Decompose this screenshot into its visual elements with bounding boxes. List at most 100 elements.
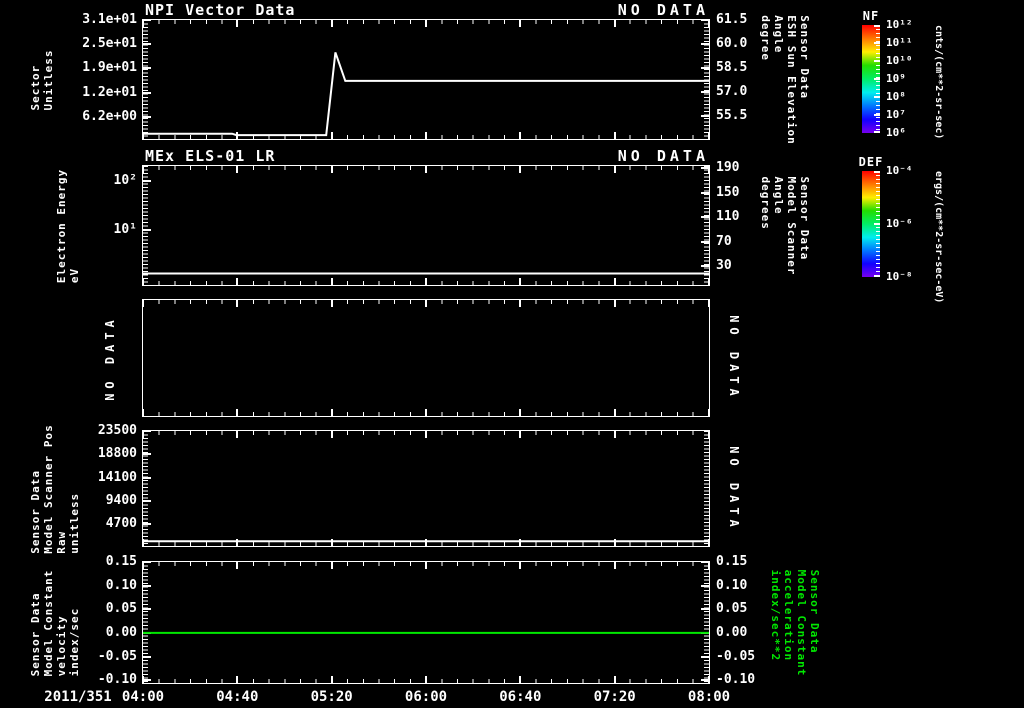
x-major-tick	[708, 300, 710, 307]
y-tick-label-right: 30	[716, 258, 732, 274]
y-tick-label-right: 70	[716, 233, 732, 249]
left-axis-title: Sensor Data Model Scanner Pos Raw unitle…	[29, 423, 81, 554]
colorbar-major-tick	[874, 96, 880, 98]
y-tick-label-left: 0.05	[105, 601, 137, 617]
y-tick-label-left: 0.10	[105, 577, 137, 593]
y-tick-label-right: 110	[716, 209, 740, 225]
no-data-status-label: NO DATA	[617, 1, 709, 19]
time-tick-label: 06:00	[404, 689, 448, 705]
x-major-tick	[330, 300, 333, 307]
left-axis-title: NO DATA	[103, 315, 117, 401]
y-tick-label-left: 23500	[97, 423, 137, 438]
colorbar-tick-label: 10⁷	[886, 107, 906, 121]
y-tick-label-left: -0.05	[97, 648, 137, 664]
colorbar-major-tick	[874, 78, 880, 80]
data-plot-area	[143, 631, 709, 634]
panel-npi-vector-data: 3.1e+01 2.5e+01 1.9e+01 1.2e+01 6.2e+00 61.5 6…	[29, 1, 811, 144]
y-tick-label-left: 9400	[105, 493, 137, 508]
time-tick-label: 05:20	[310, 689, 353, 705]
colorbar-title: NF	[862, 9, 880, 23]
left-axis-title: Electron Energy eV	[55, 168, 81, 283]
panel-title: MEx ELS-01 LR	[145, 147, 276, 165]
y-tick-label-left: 10²	[113, 172, 137, 188]
time-tick-label: 08:00	[687, 689, 731, 705]
colorbar-tick-label: 10⁻⁶	[886, 217, 913, 230]
science-telemetry-figure: 3.1e+01 2.5e+01 1.9e+01 1.2e+01 6.2e+00 61.5 6…	[0, 0, 1024, 708]
colorbar-major-tick	[874, 171, 880, 173]
x-major-tick	[519, 409, 522, 416]
y-tick-label-right: 0.15	[716, 554, 748, 569]
colorbar-nf: NF 10¹² 10¹¹ 10¹⁰ 10⁹ 10⁸ 10⁷ 10⁶ cnts/(cm**2-sr…	[862, 9, 944, 139]
right-axis-title: Sensor Data ESH Sun Elevation Angle degr…	[759, 14, 811, 145]
y-tick-label-left: 0.00	[105, 624, 137, 640]
y-tick-label-left: 10¹	[113, 221, 137, 237]
x-major-tick	[425, 300, 427, 307]
y-tick-label-right: 150	[716, 184, 740, 200]
x-major-tick	[236, 409, 239, 416]
colorbar-major-tick	[874, 25, 880, 27]
colorbar-tick-label: 10⁻⁸	[886, 270, 913, 283]
date-label: 2011/351	[44, 689, 112, 705]
panel-no-data: NO DATA NO DATA	[103, 299, 741, 417]
x-major-tick	[142, 409, 144, 416]
y-tick-label-left: 4700	[105, 516, 137, 532]
y-tick-label-right: 0.10	[716, 577, 748, 593]
x-major-tick	[330, 409, 333, 416]
y-tick-label-left: 6.2e+00	[82, 108, 137, 124]
y-tick-label-left: 0.15	[105, 554, 137, 569]
y-tick-label-right: -0.10	[716, 672, 756, 688]
colorbar-unit-label: ergs/(cm**2-sr-sec-eV)	[933, 171, 944, 304]
data-plot-area	[143, 272, 709, 275]
y-tick-label-right: 61.5	[716, 12, 748, 27]
colorbar-tick-label: 10⁻⁴	[886, 164, 913, 177]
panel-scanner-pos-raw: 23500 18800 14100 9400 4700 Sensor Data Model…	[29, 423, 741, 553]
colorbar-major-tick	[874, 59, 880, 62]
y-tick-label-left: -0.10	[97, 672, 137, 688]
colorbar-major-tick	[874, 131, 880, 133]
time-tick-label: 04:40	[216, 689, 259, 705]
panel-mex-els-01-lr: 10² 10¹ 190 150 110 70 30 MEx ELS-01 LR NO DATA E…	[55, 147, 811, 286]
y-tick-label-left: 3.1e+01	[82, 12, 137, 27]
y-tick-label-left: 2.5e+01	[82, 36, 137, 52]
panel-model-constant-velocity: 0.15 0.10 0.05 0.00 -0.05 -0.10 0.15 0.10 0.05 0.…	[29, 554, 821, 705]
time-tick-label: 07:20	[593, 689, 636, 705]
x-major-tick	[613, 300, 616, 307]
colorbar-tick-label: 10⁶	[886, 126, 906, 139]
x-major-tick	[142, 300, 144, 307]
right-axis-title: NO DATA	[727, 315, 741, 401]
colorbar-unit-label: cnts/(cm**2-sr-sec)	[933, 25, 944, 140]
right-axis-title: Sensor Data Model Constant acceleration …	[769, 569, 821, 676]
y-tick-label-right: -0.05	[716, 648, 756, 664]
y-tick-label-right: 55.5	[716, 108, 748, 124]
time-tick-label: 06:40	[499, 689, 542, 705]
colorbar-major-tick	[874, 275, 880, 277]
colorbar-major-tick	[874, 223, 880, 225]
colorbar-tick-label: 10¹¹	[886, 36, 913, 49]
colorbar-def: DEF 10⁻⁴ 10⁻⁶ 10⁻⁸ ergs/(cm**2-sr-sec-eV)	[859, 155, 944, 303]
x-major-tick	[425, 409, 427, 416]
x-major-tick	[613, 409, 616, 416]
colorbar-title: DEF	[858, 155, 884, 169]
npi-sector-trace	[143, 52, 709, 137]
x-major-tick	[236, 300, 239, 307]
no-data-status-label: NO DATA	[617, 147, 709, 165]
data-plot-area	[143, 540, 709, 543]
colorbar-major-tick	[874, 113, 880, 116]
colorbar-tick-label: 10¹²	[886, 18, 913, 31]
x-major-tick	[708, 409, 710, 416]
y-tick-label-right: 0.00	[716, 624, 748, 640]
y-tick-label-right: 57.0	[716, 84, 748, 100]
y-tick-label-left: 18800	[97, 446, 137, 462]
colorbar-tick-label: 10⁹	[886, 72, 906, 85]
right-axis-title: Sensor Data Model Scanner Angle degrees	[759, 175, 811, 276]
y-tick-label-right: 0.05	[716, 601, 748, 617]
y-tick-label-left: 1.9e+01	[82, 60, 137, 76]
colorbar-major-tick	[874, 42, 880, 44]
y-tick-label-left: 1.2e+01	[82, 84, 137, 100]
x-major-tick	[519, 300, 522, 307]
colorbar-tick-label: 10⁸	[886, 90, 906, 103]
right-axis-title: NO DATA	[727, 445, 741, 532]
colorbar-tick-label: 10¹⁰	[886, 53, 913, 67]
panel-title: NPI Vector Data	[145, 1, 296, 19]
y-tick-label-right: 58.5	[716, 60, 748, 76]
